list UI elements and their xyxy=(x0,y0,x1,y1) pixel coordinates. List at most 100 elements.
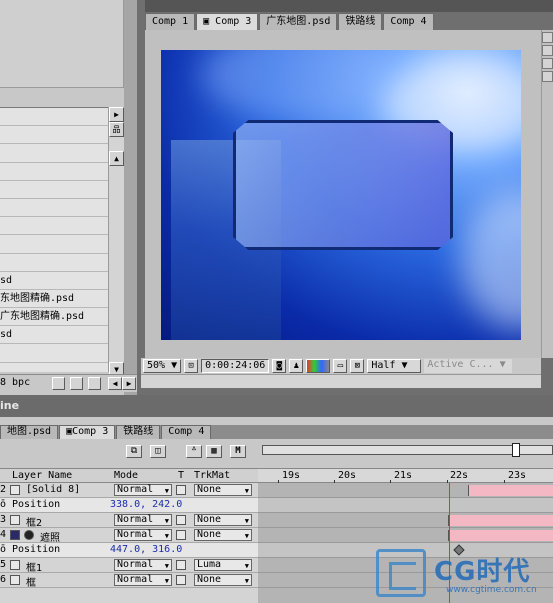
shy-icon[interactable]: ᐞ xyxy=(186,445,202,458)
project-item[interactable] xyxy=(0,199,108,218)
tab-comp-3[interactable]: ▣Comp 3 xyxy=(59,425,116,439)
time-navigator-track[interactable] xyxy=(262,445,553,455)
preserve-transparency-checkbox[interactable] xyxy=(176,560,186,570)
layer-row[interactable]: 3 框2 Normal None xyxy=(0,513,258,529)
mode-dropdown[interactable]: Normal xyxy=(114,559,172,571)
property-value[interactable]: 447.0, 316.0 xyxy=(110,544,182,555)
tab-map-psd[interactable]: 广东地图.psd xyxy=(259,13,338,30)
glass-frame-shape[interactable] xyxy=(233,120,453,250)
tab-railway[interactable]: 铁路线 xyxy=(116,425,161,439)
layer-duration-bar[interactable] xyxy=(468,485,553,496)
flowchart-icon[interactable] xyxy=(542,71,553,82)
frame-blend-icon[interactable]: ▦ xyxy=(206,445,222,458)
project-item[interactable] xyxy=(0,144,108,163)
layer-duration-bar[interactable] xyxy=(448,530,553,541)
layer-label-swatch[interactable] xyxy=(10,560,20,570)
layer-name-header[interactable]: Layer Name xyxy=(12,470,72,481)
layer-name[interactable]: 遮照 xyxy=(40,529,60,544)
mode-header[interactable]: Mode xyxy=(114,470,138,481)
tab-comp-4[interactable]: Comp 4 xyxy=(161,425,212,439)
time-ruler[interactable]: 19s 20s 21s 22s 23s xyxy=(258,468,553,484)
trkmat-header[interactable]: TrkMat xyxy=(194,470,230,481)
project-item[interactable]: 东地图精确.psd xyxy=(0,290,108,309)
grid-icon[interactable] xyxy=(542,45,553,56)
camera-icon[interactable]: ◫ xyxy=(150,445,166,458)
safe-zone-icon[interactable] xyxy=(542,58,553,69)
tab-railway[interactable]: 铁路线 xyxy=(338,13,383,30)
project-item[interactable] xyxy=(0,254,108,272)
project-item[interactable] xyxy=(0,181,108,199)
time-navigator[interactable] xyxy=(258,441,553,461)
property-value[interactable]: 338.0, 242.0 xyxy=(110,499,182,510)
folder-icon[interactable] xyxy=(52,377,65,390)
layer-row[interactable]: 5 框1 Normal Luma xyxy=(0,558,258,574)
scroll-right-arrow-icon[interactable]: ▶ xyxy=(122,377,136,390)
property-row[interactable]: ō Position 338.0, 242.0 xyxy=(0,498,258,513)
layer-row[interactable]: 4 遮照 Normal None xyxy=(0,528,258,544)
color-channels-icon[interactable] xyxy=(306,359,331,373)
mode-dropdown[interactable]: Normal xyxy=(114,514,172,526)
layer-name[interactable]: [Solid 8] xyxy=(26,484,80,495)
viewer-menu-icon[interactable] xyxy=(542,32,553,43)
project-item[interactable] xyxy=(0,235,108,254)
snapshot-icon[interactable]: ◙ xyxy=(272,359,287,373)
time-navigator-handle[interactable] xyxy=(512,443,520,457)
new-comp-icon[interactable] xyxy=(70,377,83,390)
mode-dropdown[interactable]: Normal xyxy=(114,529,172,541)
layer-duration-bar[interactable] xyxy=(448,515,553,526)
tab-map-psd[interactable]: 地图.psd xyxy=(0,425,59,439)
layer-row[interactable]: 6 框 Normal None xyxy=(0,573,258,589)
project-item[interactable] xyxy=(0,126,108,145)
trkmat-dropdown[interactable]: Luma xyxy=(194,559,252,571)
camera-dropdown[interactable]: Active C... ▼ xyxy=(424,359,513,373)
scroll-up-arrow-icon[interactable]: ▲ xyxy=(109,151,124,166)
preserve-transparency-checkbox[interactable] xyxy=(176,575,186,585)
project-item[interactable] xyxy=(0,344,108,363)
layer-label-swatch[interactable] xyxy=(10,530,20,540)
tab-comp-3[interactable]: ▣ Comp 3 xyxy=(196,13,259,30)
scroll-right-arrow-icon[interactable]: ▶ xyxy=(109,107,124,122)
trash-icon[interactable] xyxy=(88,377,101,390)
layer-label-swatch[interactable] xyxy=(10,575,20,585)
preserve-transparency-checkbox[interactable] xyxy=(176,530,186,540)
trkmat-dropdown[interactable]: None xyxy=(194,484,252,496)
layer-label-swatch[interactable] xyxy=(10,485,20,495)
resolution-dropdown[interactable]: Half ▼ xyxy=(367,359,422,373)
layer-name[interactable]: 框 xyxy=(26,574,36,589)
region-of-interest-icon[interactable]: ▭ xyxy=(333,359,348,373)
project-item[interactable]: sd xyxy=(0,326,108,345)
project-scrollbar[interactable]: ▶ 品 ▲ ▼ xyxy=(108,107,124,377)
show-snapshot-icon[interactable]: ♟ xyxy=(289,359,304,373)
trkmat-dropdown[interactable]: None xyxy=(194,529,252,541)
scroll-left-arrow-icon[interactable]: ◀ xyxy=(108,377,122,390)
hierarchy-icon[interactable]: 品 xyxy=(109,122,124,137)
trkmat-dropdown[interactable]: None xyxy=(194,514,252,526)
fit-frame-icon[interactable]: ⊡ xyxy=(184,359,199,373)
project-item[interactable]: sd xyxy=(0,272,108,290)
project-item[interactable] xyxy=(0,163,108,181)
viewer-horizontal-scrollbar[interactable] xyxy=(141,374,541,388)
tab-comp-1[interactable]: Comp 1 xyxy=(145,13,196,30)
layer-name[interactable]: 框2 xyxy=(26,514,42,529)
layer-name[interactable]: 框1 xyxy=(26,559,42,574)
project-item[interactable]: 广东地图精确.psd xyxy=(0,308,108,327)
project-item[interactable] xyxy=(0,217,108,236)
stopwatch-icon[interactable]: ō xyxy=(0,544,6,555)
mode-dropdown[interactable]: Normal xyxy=(114,574,172,586)
bpc-label[interactable]: 8 bpc xyxy=(0,377,30,388)
preserve-transparency-checkbox[interactable] xyxy=(176,485,186,495)
layer-label-swatch[interactable] xyxy=(10,515,20,525)
layer-row[interactable]: 2 [Solid 8] Normal None xyxy=(0,483,258,498)
trkmat-dropdown[interactable]: None xyxy=(194,574,252,586)
scroll-track[interactable] xyxy=(109,166,124,362)
composition-frame[interactable] xyxy=(161,50,521,340)
property-row[interactable]: ō Position 447.0, 316.0 xyxy=(0,543,258,558)
tab-comp-4[interactable]: Comp 4 xyxy=(383,13,434,30)
transparency-grid-icon[interactable]: ⊠ xyxy=(350,359,365,373)
stopwatch-icon[interactable]: ō xyxy=(0,499,6,510)
timecode-display[interactable]: 0:00:24:06 xyxy=(201,359,270,373)
mode-dropdown[interactable]: Normal xyxy=(114,484,172,496)
project-item[interactable] xyxy=(0,108,108,127)
zoom-dropdown[interactable]: 50% ▼ xyxy=(143,359,182,373)
comp-flowchart-icon[interactable]: ⧉ xyxy=(126,445,142,458)
